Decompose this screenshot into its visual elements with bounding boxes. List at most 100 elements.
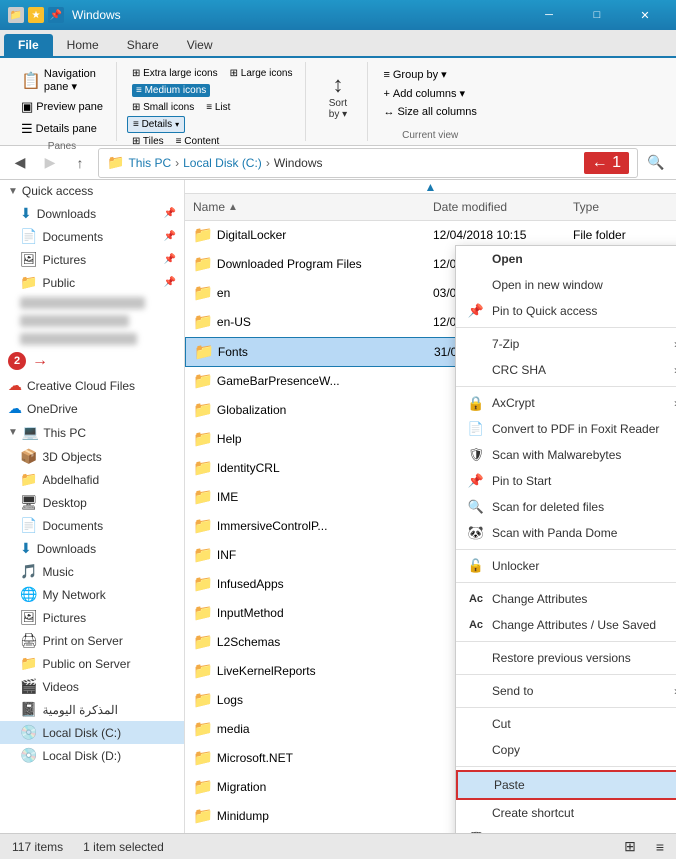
ctx-open[interactable]: Open (456, 246, 676, 272)
ctx-paste[interactable]: Paste (456, 770, 676, 800)
nav-3d-objects[interactable]: 📦 3D Objects (0, 445, 184, 468)
step-2-badge: 2 (8, 352, 26, 370)
ctx-cut[interactable]: Cut (456, 711, 676, 737)
ctx-restore-versions[interactable]: Restore previous versions (456, 645, 676, 671)
medium-icons-button[interactable]: ≡ Medium icons (127, 82, 215, 99)
forward-button[interactable]: ▶ (38, 151, 62, 175)
folder-icon-globalization: 📁 (193, 400, 213, 420)
nav-public[interactable]: 📁 Public 📌 (0, 271, 184, 294)
unlocker-icon: 🔓 (468, 558, 484, 574)
ctx-delete[interactable]: 🗑 Delete (456, 826, 676, 833)
up-button[interactable]: ↑ (68, 151, 92, 175)
minimize-button[interactable]: ─ (526, 0, 572, 30)
nav-print-on-server[interactable]: 🖨 Print on Server (0, 629, 184, 652)
ctx-axcrypt[interactable]: 🔒 AxCrypt › (456, 390, 676, 416)
copy-icon (468, 742, 484, 758)
my-network-label: My Network (42, 588, 176, 602)
ctx-change-attributes-saved[interactable]: Ac Change Attributes / Use Saved (456, 612, 676, 638)
context-menu: Open Open in new window 📌 Pin to Quick a… (455, 245, 676, 833)
list-button[interactable]: ≡ List (201, 100, 235, 115)
nav-music[interactable]: 🎵 Music (0, 560, 184, 583)
nav-abdelhafid[interactable]: 📁 Abdelhafid (0, 468, 184, 491)
local-disk-label: Local Disk (C:) (42, 726, 176, 740)
details-pane-button[interactable]: ☰ Details pane (16, 119, 108, 139)
ctx-panda-dome[interactable]: 🐼 Scan with Panda Dome (456, 520, 676, 546)
nav-downloads2[interactable]: ⬇ Downloads (0, 537, 184, 560)
ctx-crc-sha[interactable]: CRC SHA › (456, 357, 676, 383)
nav-public-on-server[interactable]: 📁 Public on Server (0, 652, 184, 675)
ctx-convert-pdf[interactable]: 📄 Convert to PDF in Foxit Reader (456, 416, 676, 442)
tab-share[interactable]: Share (113, 34, 173, 56)
ribbon-group-current-view: ≡ Group by ▾ + Add columns ▾ ↔ Size all … (370, 62, 489, 141)
nav-my-network[interactable]: 🌐 My Network (0, 583, 184, 606)
desktop-icon: 🖥 (20, 494, 38, 511)
add-columns-button[interactable]: + Add columns ▾ (378, 85, 481, 102)
pin-icon-downloads: 📌 (164, 208, 176, 219)
item-count: 117 items (12, 840, 63, 854)
extra-large-icons-button[interactable]: ⊞ Extra large icons (127, 66, 223, 81)
breadcrumb-local-disk[interactable]: Local Disk (C:) (183, 156, 262, 170)
view-icons[interactable]: ⊞ (624, 838, 636, 855)
nav-documents2[interactable]: 📄 Documents (0, 514, 184, 537)
tab-view[interactable]: View (173, 34, 227, 56)
axcrypt-icon: 🔒 (468, 395, 484, 411)
ctx-sep-6 (456, 674, 676, 675)
ctx-change-attributes[interactable]: Ac Change Attributes (456, 586, 676, 612)
column-type[interactable]: Type (565, 198, 676, 216)
navigation-pane-button[interactable]: 📋 Navigationpane ▾ (16, 66, 108, 95)
ctx-copy[interactable]: Copy (456, 737, 676, 763)
tab-file[interactable]: File (4, 34, 53, 56)
column-name[interactable]: Name ▲ (185, 198, 425, 216)
nav-videos[interactable]: 🎬 Videos (0, 675, 184, 698)
ctx-open-new-window[interactable]: Open in new window (456, 272, 676, 298)
small-icons-button[interactable]: ⊞ Small icons (127, 100, 199, 115)
nav-local-disk-d[interactable]: 💿 Local Disk (D:) (0, 744, 184, 767)
ctx-pin-quick-access[interactable]: 📌 Pin to Quick access (456, 298, 676, 324)
back-button[interactable]: ◀ (8, 151, 32, 175)
folder-icon-inf: 📁 (193, 545, 213, 565)
ctx-pin-start[interactable]: 📌 Pin to Start (456, 468, 676, 494)
nav-onedrive[interactable]: ☁ OneDrive (0, 397, 184, 420)
nav-documents[interactable]: 📄 Documents 📌 (0, 225, 184, 248)
nav-desktop[interactable]: 🖥 Desktop (0, 491, 184, 514)
nav-arabic-notes[interactable]: 📓 المذكرة اليومية (0, 698, 184, 721)
group-by-button[interactable]: ≡ Group by ▾ (378, 66, 481, 83)
column-date[interactable]: Date modified (425, 198, 565, 216)
close-button[interactable]: ✕ (622, 0, 668, 30)
tiles-button[interactable]: ⊞ Tiles (127, 134, 169, 149)
details-button[interactable]: ≡ Details ▾ (127, 116, 185, 133)
large-icons-button[interactable]: ⊞ Large icons (225, 66, 298, 81)
content-button[interactable]: ≡ Content (171, 134, 225, 149)
pin-start-icon: 📌 (468, 473, 484, 489)
ctx-create-shortcut[interactable]: Create shortcut (456, 800, 676, 826)
search-button[interactable]: 🔍 (644, 151, 668, 175)
ctx-7zip[interactable]: 7-Zip › (456, 331, 676, 357)
view-details[interactable]: ≡ (656, 839, 664, 855)
tab-home[interactable]: Home (53, 34, 113, 56)
ctx-unlocker[interactable]: 🔓 Unlocker (456, 553, 676, 579)
preview-pane-button[interactable]: ▣ Preview pane (16, 97, 108, 117)
quick-access-header[interactable]: ▼ Quick access (0, 180, 184, 202)
nav-creative-cloud[interactable]: ☁ Creative Cloud Files (0, 374, 184, 397)
breadcrumb[interactable]: 📁 This PC › Local Disk (C:) › Windows ← … (98, 148, 638, 178)
file-name-fonts: 📁Fonts (186, 341, 426, 363)
nav-downloads[interactable]: ⬇ Downloads 📌 (0, 202, 184, 225)
step-1-badge: ← 1 (584, 152, 629, 174)
file-date-digitallocker: 12/04/2018 10:15 (425, 227, 565, 243)
file-name-downloaded: 📁Downloaded Program Files (185, 253, 425, 275)
nav-pictures[interactable]: 🖼 Pictures 📌 (0, 248, 184, 271)
foxit-icon: 📄 (468, 421, 484, 437)
sort-by-button[interactable]: ↕ Sortby ▾ (323, 68, 353, 124)
nav-local-disk-c[interactable]: 💿 Local Disk (C:) (0, 721, 184, 744)
maximize-button[interactable]: □ (574, 0, 620, 30)
ctx-scan-deleted[interactable]: 🔍 Scan for deleted files (456, 494, 676, 520)
nav-pictures2[interactable]: 🖼 Pictures (0, 606, 184, 629)
ctx-malwarebytes[interactable]: 🛡 Scan with Malwarebytes (456, 442, 676, 468)
ctx-sep-8 (456, 766, 676, 767)
folder-icon-identitycrl: 📁 (193, 458, 213, 478)
selected-count: 1 item selected (83, 840, 164, 854)
breadcrumb-this-pc[interactable]: This PC (128, 156, 171, 170)
this-pc-header[interactable]: ▼ 💻 This PC (0, 420, 184, 445)
ctx-send-to[interactable]: Send to › (456, 678, 676, 704)
size-all-columns-button[interactable]: ↔ Size all columns (378, 104, 481, 120)
